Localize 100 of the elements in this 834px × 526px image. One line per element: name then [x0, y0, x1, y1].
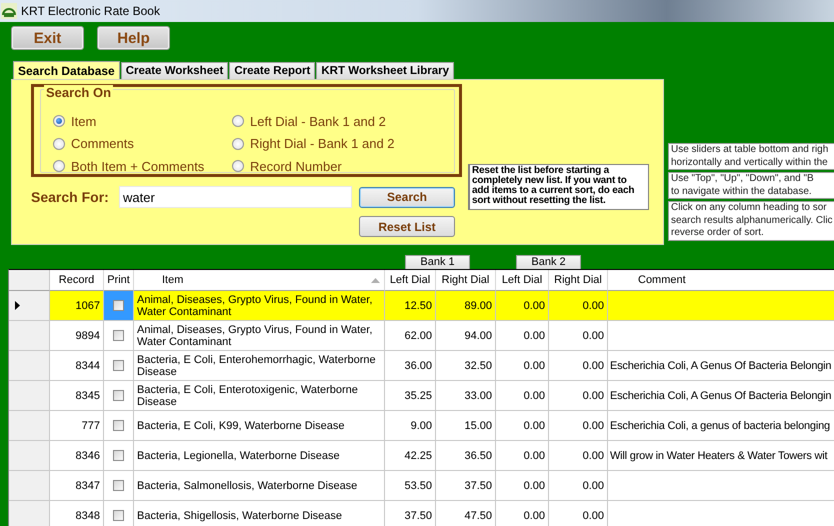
reset-list-button[interactable]: Reset List — [359, 216, 455, 237]
table-cell: 8344 — [50, 351, 104, 381]
table-cell: 0.00 — [496, 471, 549, 501]
column-header[interactable]: Print — [104, 270, 134, 291]
table-cell: Bacteria, Shigellosis, Waterborne Disease — [134, 501, 385, 526]
bank-label: Bank 1 — [405, 255, 470, 269]
table-cell: 62.00 — [385, 321, 436, 351]
table-cell: Animal, Diseases, Grypto Virus, Found in Water, Water Contaminant — [134, 291, 385, 321]
table-cell: 9.00 — [385, 411, 436, 441]
table-cell: Will grow in Water Heaters & Water Towers wit — [608, 441, 834, 471]
radio-label[interactable]: Comments — [71, 136, 134, 152]
radio-button[interactable] — [232, 138, 244, 150]
table-cell: 0.00 — [549, 441, 608, 471]
table-cell: 0.00 — [496, 291, 549, 321]
table-cell: 94.00 — [436, 321, 496, 351]
print-checkbox[interactable] — [113, 450, 124, 461]
table-cell: Bacteria, Salmonellosis, Waterborne Disease — [134, 471, 385, 501]
table-cell: 0.00 — [549, 291, 608, 321]
print-checkbox[interactable] — [113, 480, 124, 491]
toolbar-button[interactable]: Exit — [12, 27, 83, 49]
table-cell: 777 — [50, 411, 104, 441]
table-cell: 47.50 — [436, 501, 496, 526]
radio-button[interactable] — [232, 160, 244, 172]
bank-label: Bank 2 — [516, 255, 581, 269]
print-checkbox[interactable] — [113, 360, 124, 371]
reset-note: Reset the list before starting a completely new list. If you want to add items to a current sort, do each sort without resetting the list. — [468, 164, 649, 210]
table-cell: 8345 — [50, 381, 104, 411]
table-cell: Animal, Diseases, Grypto Virus, Found in Water, Water Contaminant — [134, 321, 385, 351]
column-header[interactable]: Right Dial — [549, 270, 608, 291]
table-cell: Bacteria, E Coli, K99, Waterborne Disease — [134, 411, 385, 441]
row-header[interactable] — [9, 471, 50, 501]
column-header[interactable]: Item — [134, 270, 385, 291]
toolbar-button[interactable]: Help — [98, 27, 169, 49]
search-field[interactable]: water — [119, 186, 352, 208]
table-cell: 35.25 — [385, 381, 436, 411]
table-cell: 0.00 — [496, 501, 549, 526]
table-cell: 32.50 — [436, 351, 496, 381]
row-header[interactable] — [9, 441, 50, 471]
table-cell: 36.00 — [385, 351, 436, 381]
help-note: Use "Top", "Up", "Down", and "B to navigate within the database. — [668, 172, 834, 199]
column-header[interactable]: Record — [50, 270, 104, 291]
table-cell: 0.00 — [496, 351, 549, 381]
column-header[interactable]: Left Dial — [496, 270, 549, 291]
search-button[interactable]: Search — [359, 186, 455, 208]
table-cell: 15.00 — [436, 411, 496, 441]
table-cell: 33.00 — [436, 381, 496, 411]
tab[interactable]: Search Database — [13, 61, 120, 80]
row-header[interactable] — [9, 381, 50, 411]
table-cell: 0.00 — [496, 411, 549, 441]
radio-label[interactable]: Item — [71, 114, 96, 129]
table-cell: Escherichia Coli, A Genus Of Bacteria Belongin — [608, 351, 834, 381]
table-cell: 36.50 — [436, 441, 496, 471]
help-note: Click on any column heading to sor search results alphanumerically. Clic reverse order of sort. — [668, 201, 834, 240]
table-cell: 0.00 — [496, 381, 549, 411]
radio-label[interactable]: Left Dial - Bank 1 and 2 — [250, 114, 386, 129]
help-note: Use sliders at table bottom and righ horizontally and vertically within the — [668, 143, 834, 170]
print-checkbox[interactable] — [113, 510, 124, 521]
radio-button[interactable] — [53, 160, 65, 172]
row-header[interactable] — [9, 501, 50, 526]
radio-button[interactable] — [53, 115, 65, 128]
row-header[interactable] — [9, 411, 50, 441]
table-cell: 0.00 — [549, 321, 608, 351]
row-header[interactable] — [9, 291, 50, 321]
table-cell: 8346 — [50, 441, 104, 471]
group-title: Search On — [44, 85, 114, 100]
radio-label[interactable]: Right Dial - Bank 1 and 2 — [250, 136, 395, 152]
table-cell: 42.25 — [385, 441, 436, 471]
table-cell: Escherichia Coli, a genus of bacteria belonging — [608, 411, 834, 441]
table-cell: 37.50 — [436, 471, 496, 501]
table-cell: 0.00 — [549, 411, 608, 441]
table-cell: 53.50 — [385, 471, 436, 501]
tab[interactable]: KRT Worksheet Library — [316, 62, 454, 79]
print-checkbox[interactable] — [113, 330, 124, 341]
radio-button[interactable] — [53, 138, 65, 150]
table-cell: Bacteria, E Coli, Enterohemorrhagic, Waterborne Disease — [134, 351, 385, 381]
tab[interactable]: Create Worksheet — [120, 62, 228, 79]
column-header[interactable]: Left Dial — [385, 270, 436, 291]
table-cell: 8347 — [50, 471, 104, 501]
radio-label[interactable]: Record Number — [250, 158, 342, 174]
corner-header — [9, 270, 50, 291]
app-logo-icon — [1, 3, 17, 19]
print-checkbox[interactable] — [113, 420, 124, 431]
table-cell: 0.00 — [496, 321, 549, 351]
radio-label[interactable]: Both Item + Comments — [71, 158, 204, 174]
row-header[interactable] — [9, 321, 50, 351]
table-cell: 0.00 — [549, 351, 608, 381]
table-cell: Escherichia Coli, A Genus Of Bacteria Belongin — [608, 381, 834, 411]
table-cell: 12.50 — [385, 291, 436, 321]
column-header[interactable]: Right Dial — [436, 270, 496, 291]
table-cell: 89.00 — [436, 291, 496, 321]
table-cell: 8348 — [50, 501, 104, 526]
radio-button[interactable] — [232, 115, 244, 128]
table-cell: 0.00 — [496, 441, 549, 471]
print-checkbox[interactable] — [113, 390, 124, 401]
print-checkbox[interactable] — [113, 300, 124, 311]
tab[interactable]: Create Report — [229, 62, 316, 79]
table-cell: Bacteria, Legionella, Waterborne Disease — [134, 441, 385, 471]
row-header[interactable] — [9, 351, 50, 381]
table-cell: Bacteria, E Coli, Enterotoxigenic, Waterborne Disease — [134, 381, 385, 411]
table-cell: 37.50 — [385, 501, 436, 526]
